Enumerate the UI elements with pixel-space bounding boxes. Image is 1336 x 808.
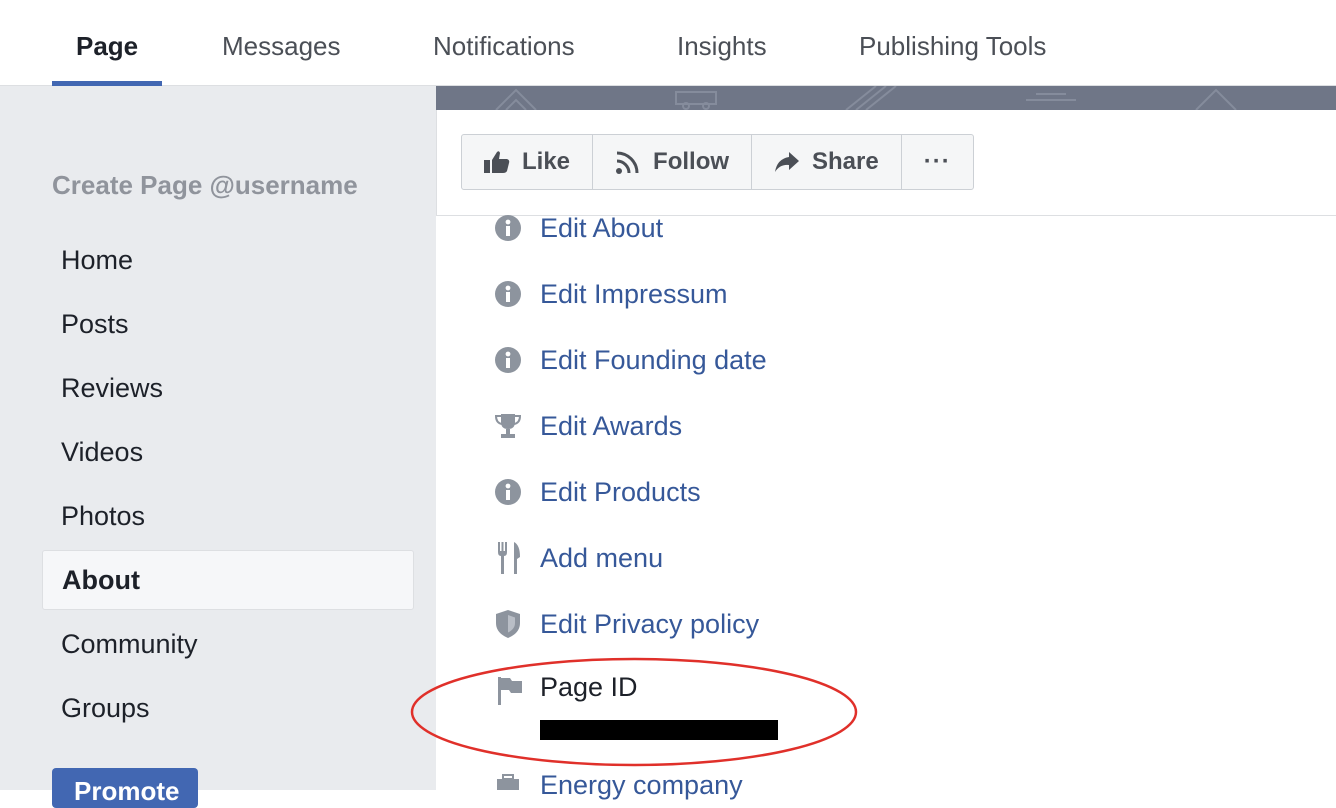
like-label: Like — [522, 148, 571, 175]
about-row-add-menu: Add menu — [492, 538, 1192, 578]
shield-icon — [492, 608, 524, 640]
sidebar-item-photos[interactable]: Photos — [42, 486, 414, 546]
about-row-edit-founding-date: Edit Founding date — [492, 340, 1192, 380]
info-icon — [492, 278, 524, 310]
sidebar: Create Page @username Home Posts Reviews… — [0, 86, 436, 808]
add-menu-link[interactable]: Add menu — [540, 543, 663, 574]
info-icon — [492, 476, 524, 508]
category-energy-company-link[interactable]: Energy company — [540, 770, 743, 801]
sidebar-item-community[interactable]: Community — [42, 614, 414, 674]
briefcase-icon — [496, 774, 520, 790]
tab-publishing-tools[interactable]: Publishing Tools — [859, 0, 1046, 86]
sidebar-item-posts[interactable]: Posts — [42, 294, 414, 354]
follow-button[interactable]: Follow — [593, 135, 753, 189]
sidebar-item-reviews[interactable]: Reviews — [42, 358, 414, 418]
sidebar-item-home[interactable]: Home — [42, 230, 414, 290]
tab-insights[interactable]: Insights — [677, 0, 767, 86]
promote-button[interactable]: Promote — [52, 768, 198, 808]
cover-photo — [436, 86, 1336, 110]
sidebar-item-videos[interactable]: Videos — [42, 422, 414, 482]
page-actions-card: Like Follow Share ··· — [436, 110, 1336, 216]
tab-messages[interactable]: Messages — [222, 0, 341, 86]
annotation-ellipse — [410, 657, 858, 767]
share-button[interactable]: Share — [752, 135, 902, 189]
thumbs-up-icon — [484, 150, 510, 174]
sidebar-item-groups[interactable]: Groups — [42, 678, 414, 738]
like-button[interactable]: Like — [462, 135, 594, 189]
about-row-edit-products: Edit Products — [492, 472, 1192, 512]
edit-impressum-link[interactable]: Edit Impressum — [540, 279, 728, 310]
action-button-group: Like Follow Share ··· — [461, 134, 974, 190]
share-label: Share — [812, 148, 879, 175]
share-arrow-icon — [774, 151, 800, 173]
about-row-edit-awards: Edit Awards — [492, 406, 1192, 446]
about-row-edit-about: Edit About — [492, 208, 1192, 248]
info-icon — [492, 344, 524, 376]
trophy-icon — [492, 410, 524, 442]
tab-page[interactable]: Page — [51, 0, 163, 86]
follow-label: Follow — [653, 148, 730, 175]
info-icon — [492, 212, 524, 244]
sidebar-item-about[interactable]: About — [42, 550, 414, 610]
rss-follow-icon — [615, 149, 641, 175]
edit-products-link[interactable]: Edit Products — [540, 477, 701, 508]
fork-knife-icon — [492, 542, 524, 574]
edit-awards-link[interactable]: Edit Awards — [540, 411, 682, 442]
edit-founding-date-link[interactable]: Edit Founding date — [540, 345, 767, 376]
top-nav: Page Messages Notifications Insights Pub… — [0, 0, 1336, 86]
edit-about-link[interactable]: Edit About — [540, 213, 663, 244]
create-page-username-link[interactable]: Create Page @username — [52, 170, 358, 201]
tab-notifications[interactable]: Notifications — [433, 0, 575, 86]
about-row-edit-impressum: Edit Impressum — [492, 274, 1192, 314]
about-row-edit-privacy-policy: Edit Privacy policy — [492, 604, 1192, 644]
more-options-button[interactable]: ··· — [902, 135, 973, 189]
edit-privacy-policy-link[interactable]: Edit Privacy policy — [540, 609, 759, 640]
